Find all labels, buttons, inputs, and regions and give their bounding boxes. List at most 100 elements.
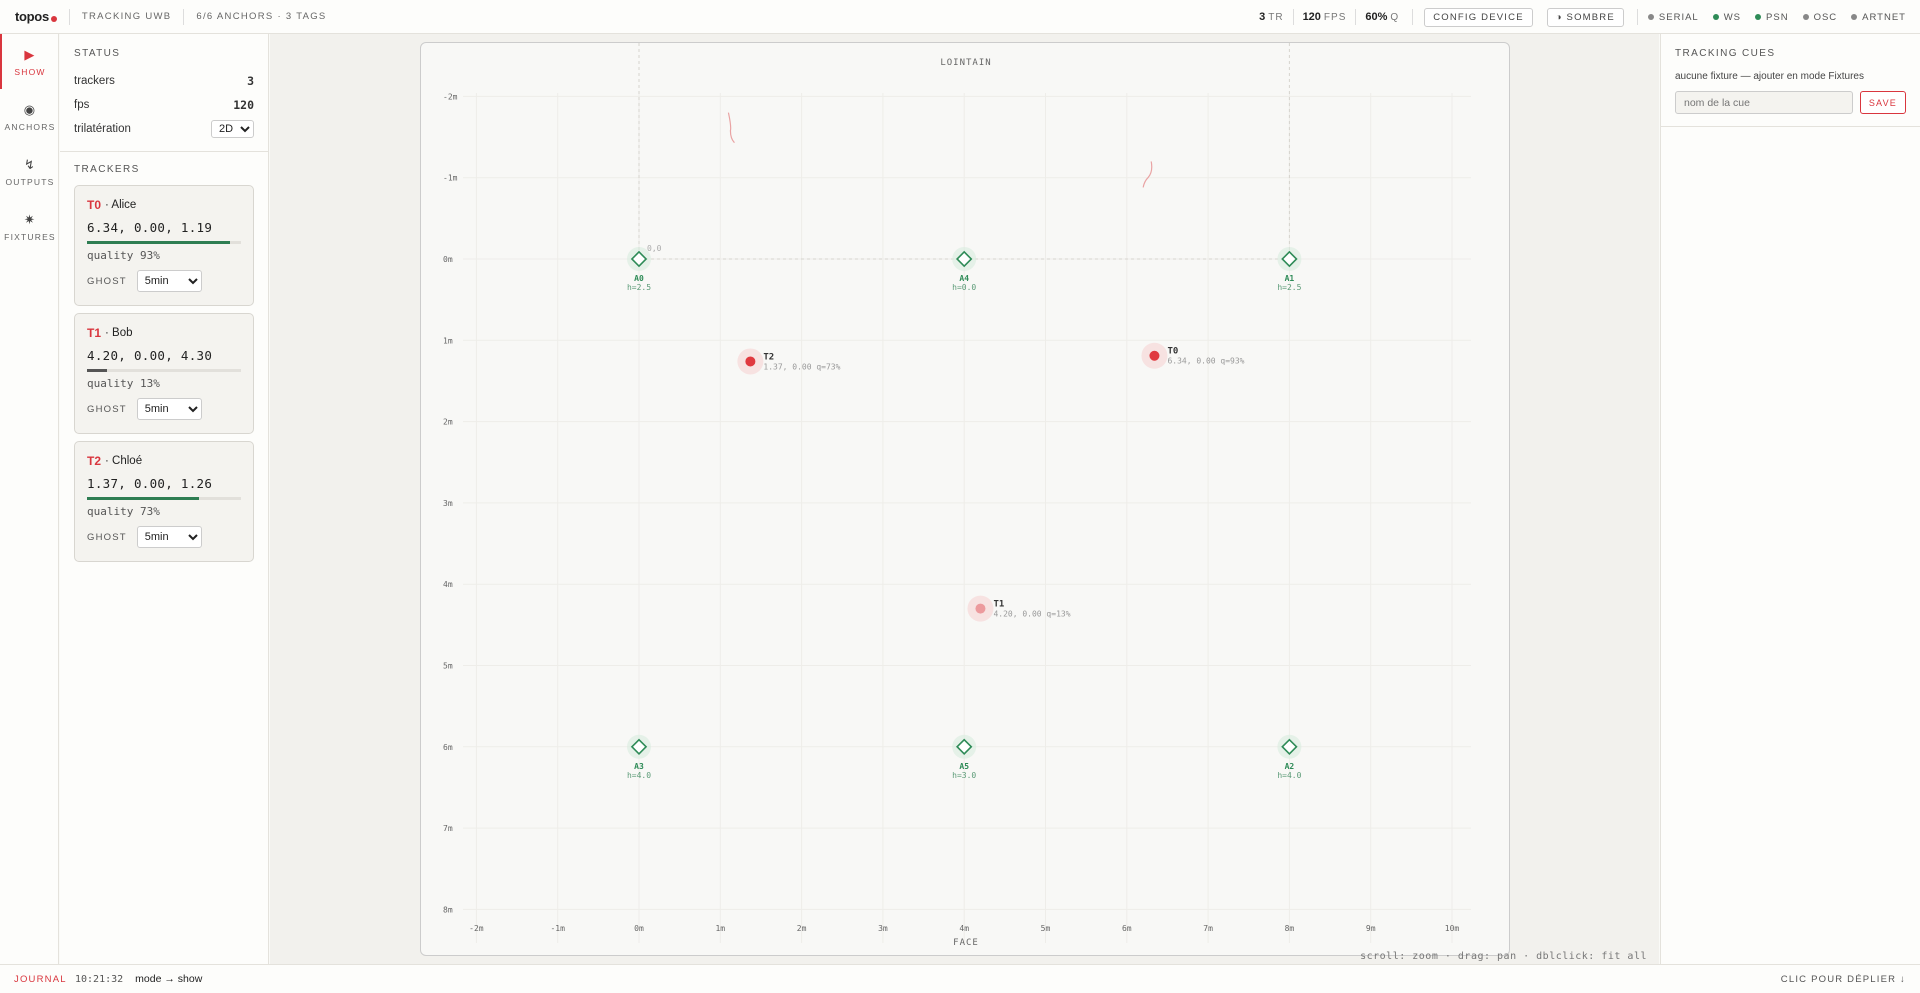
- anchor-height-label: h=4.0: [1277, 771, 1301, 780]
- anchor-height-label: h=0.0: [952, 283, 976, 292]
- journal-label: JOURNAL: [14, 973, 67, 985]
- tracker-card[interactable]: T2 · Chloé 1.37, 0.00, 1.26 quality 73% GHOS…: [74, 441, 254, 562]
- y-tick-label: -2m: [443, 92, 458, 101]
- quality-bar: [87, 497, 241, 500]
- map-svg[interactable]: -2m -1m 0m 1m 2m 3m 4m 5m 6m 7m 8m 9m 10m -2m -1m 0m 1m 2…: [421, 43, 1510, 956]
- output-status-list: SERIAL WS PSN OSC ARTNET: [1647, 12, 1920, 23]
- tag-marker-t2[interactable]: [745, 356, 756, 367]
- map-hint: scroll: zoom · drag: pan · dblclick: fit…: [1360, 951, 1647, 962]
- ghost-select[interactable]: 5min: [136, 270, 202, 292]
- tag-info: 4.20, 0.00 q=13%: [993, 610, 1070, 619]
- nav-item-label: FIXTURES: [4, 231, 56, 242]
- y-tick-label: 7m: [443, 824, 453, 833]
- anchors-tags-summary: 6/6 ANCHORS · 3 TAGS: [196, 11, 327, 22]
- map-area[interactable]: -2m -1m 0m 1m 2m 3m 4m 5m 6m 7m 8m 9m 10m -2m -1m 0m 1m 2…: [270, 34, 1659, 964]
- output-status-ws: WS: [1712, 12, 1741, 23]
- nav-item-label: SHOW: [14, 66, 46, 77]
- y-tick-label: -1m: [443, 174, 458, 183]
- ghost-label: GHOST: [87, 403, 127, 415]
- signal-icon: ↯: [23, 156, 37, 172]
- y-tick-label: 4m: [443, 580, 453, 589]
- cue-name-input[interactable]: [1675, 91, 1853, 114]
- anchor-label: A5: [959, 762, 969, 771]
- tracker-header: T0 · Alice: [87, 198, 241, 212]
- logo-dot: [50, 15, 57, 22]
- ghost-select[interactable]: 5min: [136, 526, 202, 548]
- mode-nav: ▶ SHOW ◉ ANCHORS ↯ OUTPUTS ✷ FIXTURES: [0, 34, 59, 964]
- tracker-quality: quality 73%: [87, 505, 160, 518]
- stat-fps: 120 FPS: [1302, 11, 1347, 23]
- y-tick-label: 6m: [443, 743, 453, 752]
- tracker-list: T0 · Alice 6.34, 0.00, 1.19 quality 93% GHOS…: [60, 185, 268, 562]
- tracker-header: T1 · Bob: [87, 326, 241, 340]
- ghost-select[interactable]: 5min: [136, 398, 202, 420]
- cues-hint: aucune fixture — ajouter en mode Fixture…: [1675, 71, 1864, 82]
- journal-time: 10:21:32: [75, 973, 124, 985]
- x-tick-label: 4m: [959, 924, 969, 933]
- x-tick-label: 8m: [1285, 924, 1295, 933]
- origin-label: 0,0: [647, 244, 662, 253]
- tracker-card[interactable]: T0 · Alice 6.34, 0.00, 1.19 quality 93% GHOS…: [74, 185, 254, 306]
- x-tick-label: 3m: [878, 924, 888, 933]
- anchor-label: A4: [959, 274, 969, 283]
- theme-toggle-button[interactable]: ◑ SOMBRE: [1546, 7, 1624, 27]
- quality-bar-fill: [87, 241, 231, 244]
- output-status-serial: SERIAL: [1647, 12, 1699, 23]
- nav-item-anchors[interactable]: ◉ ANCHORS: [0, 89, 58, 144]
- nav-item-outputs[interactable]: ↯ OUTPUTS: [0, 144, 58, 199]
- tag-marker-t1[interactable]: [975, 603, 986, 614]
- stat-trackers: 3 TR: [1259, 11, 1284, 23]
- quality-bar: [87, 369, 241, 372]
- nav-item-fixtures[interactable]: ✷ FIXTURES: [0, 199, 58, 254]
- tracker-position: 4.20, 0.00, 4.30: [87, 348, 213, 363]
- y-tick-label: 3m: [443, 499, 453, 508]
- ghost-row: GHOST 5min: [87, 270, 241, 292]
- target-icon: ◉: [23, 101, 37, 117]
- ghost-trail: [727, 112, 735, 144]
- x-tick-label: 9m: [1366, 924, 1376, 933]
- tag-marker-t0[interactable]: [1149, 350, 1160, 361]
- x-tick-label: 1m: [715, 924, 725, 933]
- ghost-label: GHOST: [87, 531, 127, 543]
- ghost-row: GHOST 5min: [87, 398, 241, 420]
- map-canvas[interactable]: -2m -1m 0m 1m 2m 3m 4m 5m 6m 7m 8m 9m 10m -2m -1m 0m 1m 2…: [420, 42, 1510, 956]
- anchor-height-label: h=4.0: [627, 771, 651, 780]
- fps-value: 120: [233, 98, 254, 112]
- journal-message: mode → show: [135, 973, 203, 985]
- tracker-position: 1.37, 0.00, 1.26: [87, 476, 213, 491]
- x-tick-label: 2m: [797, 924, 807, 933]
- journal-expand[interactable]: CLIC POUR DÉPLIER ↓: [1781, 974, 1906, 985]
- config-device-button[interactable]: CONFIG DEVICE: [1424, 7, 1533, 27]
- trilateration-select[interactable]: 2D: [211, 120, 254, 138]
- tracker-name: · Chloé: [105, 455, 143, 467]
- x-tick-label: 7m: [1203, 924, 1213, 933]
- tracker-header: T2 · Chloé: [87, 454, 241, 468]
- save-cue-button[interactable]: SAVE: [1859, 91, 1906, 114]
- tracker-name: · Bob: [105, 327, 133, 339]
- tag-label: T0: [1167, 347, 1178, 357]
- nav-item-label: OUTPUTS: [5, 176, 55, 187]
- tracker-id: T2: [87, 454, 102, 468]
- output-status-osc: OSC: [1802, 12, 1838, 23]
- quality-bar-fill: [87, 369, 108, 372]
- tracker-card[interactable]: T1 · Bob 4.20, 0.00, 4.30 quality 13% GHOST 5…: [74, 313, 254, 434]
- tracker-id: T1: [87, 326, 102, 340]
- nav-item-show[interactable]: ▶ SHOW: [0, 34, 58, 89]
- anchor-label: A0: [634, 274, 644, 283]
- x-tick-label: -2m: [469, 924, 484, 933]
- status-fps-row: fps 120: [74, 98, 254, 112]
- anchor-height-label: h=2.5: [627, 283, 651, 292]
- ghost-row: GHOST 5min: [87, 526, 241, 548]
- trackers-title: TRACKERS: [74, 164, 140, 175]
- tag-label: T2: [763, 352, 774, 362]
- tag-info: 1.37, 0.00 q=73%: [763, 362, 840, 371]
- x-tick-label: 6m: [1122, 924, 1132, 933]
- trackers-count: 3: [247, 74, 254, 88]
- y-tick-label: 2m: [443, 418, 453, 427]
- anchor-label: A3: [634, 762, 644, 771]
- spotlight-icon: ✷: [23, 211, 37, 227]
- journal-bar[interactable]: JOURNAL 10:21:32 mode → show CLIC POUR D…: [0, 964, 1920, 993]
- stage-bottom-label: FACE: [953, 938, 979, 948]
- quality-bar: [87, 241, 241, 244]
- stage-top-label: LOINTAIN: [940, 58, 991, 68]
